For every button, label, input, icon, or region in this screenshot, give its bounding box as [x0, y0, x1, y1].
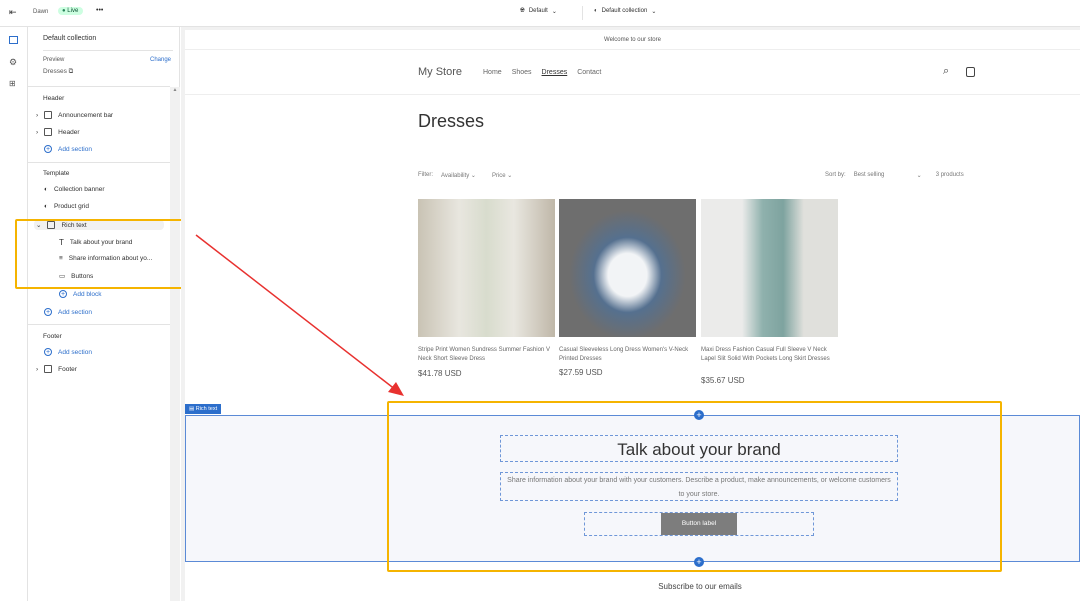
annotation-arrow — [195, 234, 404, 396]
